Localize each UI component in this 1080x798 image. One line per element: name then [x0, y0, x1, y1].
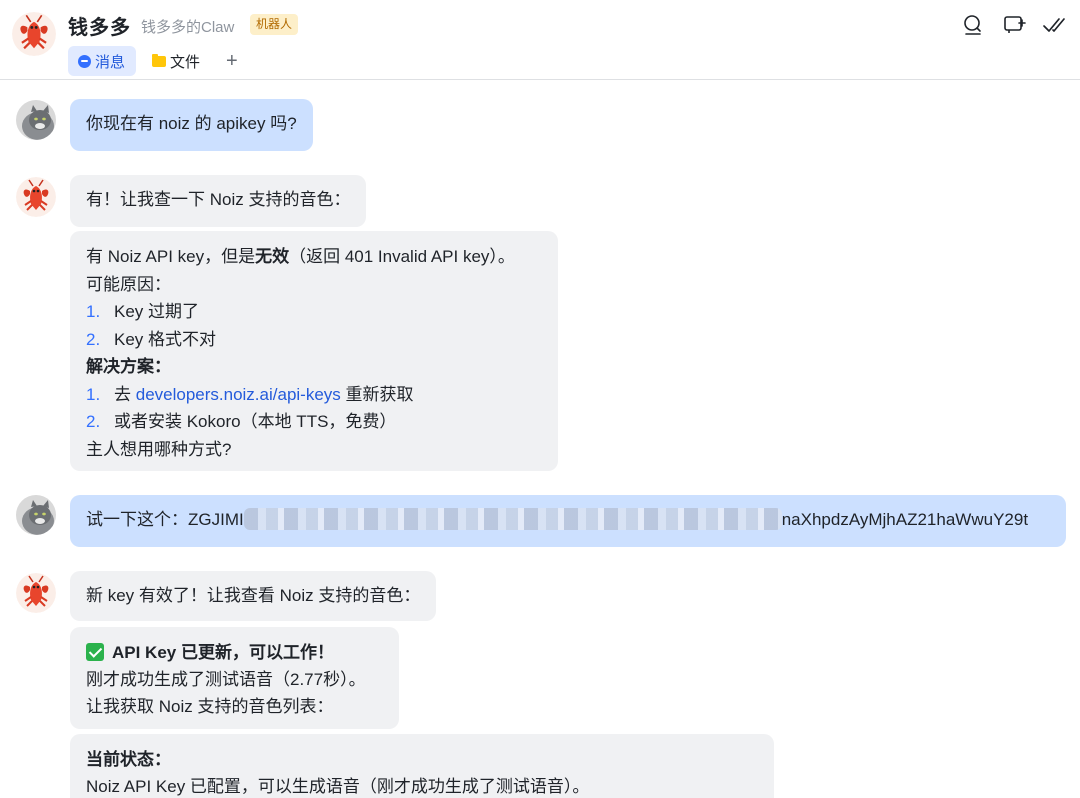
message-text: 新 key 有效了！让我查看 Noiz 支持的音色：: [86, 586, 421, 605]
message-text: 有！让我查一下 Noiz 支持的音色：: [86, 190, 351, 209]
chat-header: 钱多多 钱多多的Claw 机器人 消息 文件 +: [0, 0, 1080, 80]
message-line: 让我获取 Noiz 支持的音色列表：: [86, 697, 334, 716]
bot-avatar[interactable]: [12, 12, 56, 56]
tab-files-label: 文件: [170, 53, 201, 71]
message-line: Noiz API Key 已配置，可以生成语音（刚才成功生成了测试语音）。: [86, 777, 590, 796]
bot-avatar[interactable]: [16, 573, 56, 613]
cat-avatar-icon: [16, 100, 56, 140]
tab-messages-label: 消息: [95, 53, 126, 71]
lobster-avatar-icon: [16, 177, 56, 217]
add-tab-button[interactable]: +: [226, 46, 246, 76]
cat-avatar-icon: [16, 495, 56, 535]
lobster-avatar-icon: [12, 12, 56, 56]
lobster-avatar-icon: [16, 573, 56, 613]
message-line: API Key 已更新，可以工作！: [86, 639, 383, 666]
checkmark-emoji-icon: [86, 643, 104, 661]
done-check-icon[interactable]: [1042, 13, 1066, 37]
tab-messages[interactable]: 消息: [68, 46, 136, 76]
tab-files[interactable]: 文件: [152, 46, 208, 76]
message-line: 主人想用哪种方式?: [86, 439, 232, 459]
user-avatar[interactable]: [16, 100, 56, 140]
list-item: 1. 去 developers.noiz.ai/api-keys 重新获取: [86, 384, 414, 404]
chat-bubble-icon: [78, 54, 91, 68]
list-item: 1. Key 过期了: [86, 302, 200, 321]
bot-message: 当前状态： Noiz API Key 已配置，可以生成语音（刚才成功生成了测试语…: [70, 734, 774, 798]
section-title: 当前状态：: [86, 750, 171, 769]
message-line: 刚才成功生成了测试语音（2.77秒）。: [86, 670, 366, 689]
user-avatar[interactable]: [16, 495, 56, 535]
bot-message: 新 key 有效了！让我查看 Noiz 支持的音色：: [70, 571, 437, 621]
chat-subtitle: 钱多多的Claw: [141, 19, 235, 36]
redacted-blur: [243, 508, 782, 530]
message-line: 有 Noiz API key，但是无效（返回 401 Invalid API k…: [86, 247, 515, 266]
user-message: 你现在有 noiz 的 apikey 吗?: [70, 99, 313, 151]
bot-avatar[interactable]: [16, 177, 56, 217]
message-line: 可能原因：: [86, 274, 171, 294]
list-item: 2. 或者安装 Kokoro（本地 TTS，免费）: [86, 412, 397, 431]
api-keys-link[interactable]: developers.noiz.ai/api-keys: [136, 385, 341, 404]
bot-message: 有 Noiz API key，但是无效（返回 401 Invalid API k…: [70, 231, 558, 471]
add-chat-icon[interactable]: [1002, 13, 1026, 37]
list-item: 2. Key 格式不对: [86, 329, 217, 349]
message-text: 你现在有 noiz 的 apikey 吗?: [86, 114, 297, 133]
message-text-suffix: naXhpdzAyMjhAZ21haWwuY29t: [781, 510, 1029, 529]
search-icon[interactable]: [961, 13, 985, 37]
bot-badge: 机器人: [250, 14, 299, 35]
message-text: 试一下这个：ZGJIMI: [86, 510, 244, 529]
bot-message: 有！让我查一下 Noiz 支持的音色：: [70, 175, 367, 227]
section-title: 解决方案：: [86, 357, 171, 376]
user-message: 试一下这个：ZGJIMI naXhpdzAyMjhAZ21haWwuY29t: [70, 495, 1066, 547]
chat-title[interactable]: 钱多多: [68, 11, 131, 40]
folder-icon: [152, 53, 166, 67]
bot-message: API Key 已更新，可以工作！ 刚才成功生成了测试语音（2.77秒）。 让我…: [70, 627, 399, 729]
